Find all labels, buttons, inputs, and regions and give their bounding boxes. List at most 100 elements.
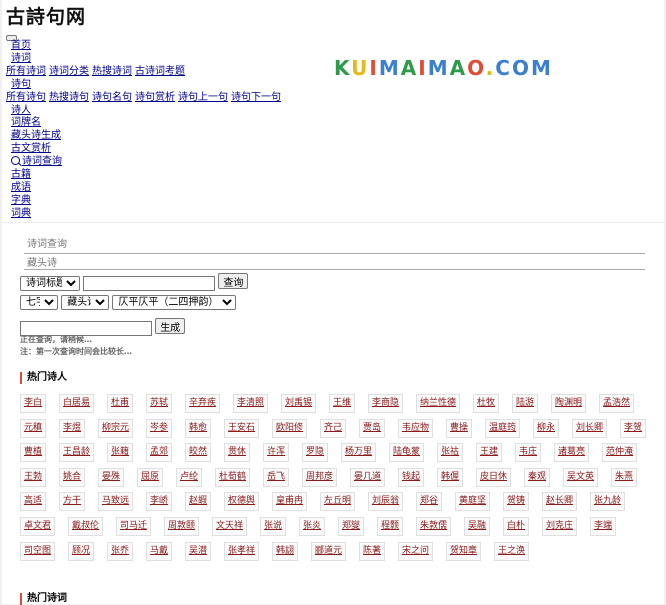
acrostic-type-select[interactable]: 藏头诗 — [61, 295, 110, 310]
nav-famous-lines[interactable]: 诗句名句 — [92, 92, 132, 103]
nav-poem-categories[interactable]: 诗词分类 — [49, 66, 89, 77]
poet-link[interactable]: 吴融 — [464, 517, 491, 536]
poet-link[interactable]: 刘长卿 — [572, 418, 608, 438]
poet-link[interactable]: 孟郊 — [146, 443, 173, 463]
poet-link[interactable]: 白居易 — [59, 394, 95, 413]
poet-link[interactable]: 许浑 — [263, 443, 290, 463]
poet-link[interactable]: 辛弃疾 — [185, 394, 221, 413]
poet-link[interactable]: 岳飞 — [263, 467, 290, 487]
poet-link[interactable]: 韩翃 — [272, 541, 299, 561]
poet-link[interactable]: 皎然 — [185, 443, 212, 463]
nav-home[interactable]: 首页 — [6, 40, 284, 53]
acrostic-length-select[interactable]: 七字 — [20, 295, 58, 310]
poet-link[interactable]: 李峤 — [146, 492, 173, 512]
poet-link[interactable]: 周敦颐 — [164, 517, 200, 536]
poet-link[interactable]: 王之涣 — [494, 541, 530, 561]
poet-link[interactable]: 柳宗元 — [98, 418, 134, 438]
poet-link[interactable]: 王勃 — [20, 467, 47, 487]
poet-link[interactable]: 司空图 — [20, 541, 56, 561]
poet-link[interactable]: 晏几道 — [350, 467, 386, 487]
poet-link[interactable]: 钱起 — [398, 467, 425, 487]
poet-link[interactable]: 刘禹锡 — [281, 394, 317, 413]
poet-link[interactable]: 郑燮 — [338, 517, 365, 536]
poet-link[interactable]: 陶渊明 — [551, 394, 587, 413]
poet-link[interactable]: 李贺 — [620, 418, 647, 438]
poet-link[interactable]: 宋之问 — [398, 541, 434, 561]
poet-link[interactable]: 司马迁 — [116, 517, 152, 536]
poet-link[interactable]: 卓文君 — [20, 517, 56, 536]
poet-link[interactable]: 左丘明 — [320, 492, 356, 512]
poet-link[interactable]: 曹植 — [20, 443, 47, 463]
nav-acrostic-generator[interactable]: 藏头诗生成 — [6, 130, 284, 143]
nav-hot-lines[interactable]: 热搜诗句 — [49, 92, 89, 103]
poet-link[interactable]: 郦道元 — [311, 541, 347, 561]
search-button[interactable]: 查询 — [218, 273, 249, 289]
poet-link[interactable]: 张炎 — [299, 517, 326, 536]
poet-link[interactable]: 姚合 — [59, 467, 86, 487]
poet-link[interactable]: 文天祥 — [212, 517, 248, 536]
poet-link[interactable]: 贾岛 — [359, 418, 386, 438]
poet-link[interactable]: 吴潜 — [185, 541, 212, 561]
nav-prose-appreciation[interactable]: 古文赏析 — [6, 143, 284, 156]
poet-link[interactable]: 齐己 — [320, 418, 347, 438]
poet-link[interactable]: 赵嘏 — [185, 492, 212, 512]
poet-link[interactable]: 李白 — [20, 394, 47, 413]
poet-link[interactable]: 李清照 — [233, 394, 269, 413]
poet-link[interactable]: 诸葛亮 — [554, 443, 590, 463]
poet-link[interactable]: 屈原 — [137, 467, 164, 487]
nav-next-line[interactable]: 诗句下一句 — [231, 92, 281, 103]
poet-link[interactable]: 皮日休 — [476, 467, 512, 487]
poet-link[interactable]: 欧阳修 — [272, 418, 308, 438]
poet-link[interactable]: 晏殊 — [98, 467, 125, 487]
poet-link[interactable]: 李商隐 — [368, 394, 404, 413]
nav-dictionary[interactable]: 字典 — [6, 195, 284, 208]
poet-link[interactable]: 柳永 — [533, 418, 560, 438]
poet-link[interactable]: 戴叔伦 — [68, 517, 104, 536]
poet-link[interactable]: 张祜 — [437, 443, 464, 463]
poet-link[interactable]: 纳兰性德 — [416, 394, 461, 413]
acrostic-rhyme-select[interactable]: 仄平仄平（二四押韵） — [112, 295, 237, 310]
poet-link[interactable]: 王建 — [476, 443, 503, 463]
poet-link[interactable]: 张乔 — [107, 541, 134, 561]
nav-poem-quiz[interactable]: 古诗词考题 — [135, 66, 185, 77]
poet-link[interactable]: 朱敦儒 — [416, 517, 452, 536]
nav-all-poems[interactable]: 所有诗词 — [6, 66, 46, 77]
poet-link[interactable]: 曹操 — [446, 418, 473, 438]
search-field-select[interactable]: 诗词标题 — [20, 276, 80, 291]
poet-link[interactable]: 杜荀鹤 — [215, 467, 251, 487]
poet-link[interactable]: 王昌龄 — [59, 443, 95, 463]
poet-link[interactable]: 方干 — [59, 492, 86, 512]
search-input[interactable] — [83, 276, 216, 291]
poet-link[interactable]: 皇甫冉 — [272, 492, 308, 512]
poet-link[interactable]: 秦观 — [524, 467, 551, 487]
poet-link[interactable]: 刘辰翁 — [368, 492, 404, 512]
nav-lines[interactable]: 诗句 — [6, 79, 284, 92]
poet-link[interactable]: 李端 — [590, 517, 617, 536]
tab-acrostic[interactable]: 藏头诗 — [27, 257, 57, 273]
poet-link[interactable]: 程颢 — [377, 517, 404, 536]
poet-link[interactable]: 温庭筠 — [485, 418, 521, 438]
poet-link[interactable]: 吴文英 — [563, 467, 599, 487]
poet-link[interactable]: 罗隐 — [302, 443, 329, 463]
poet-link[interactable]: 黄庭坚 — [455, 492, 491, 512]
poet-link[interactable]: 高适 — [20, 492, 47, 512]
poet-link[interactable]: 韦庄 — [515, 443, 542, 463]
poet-link[interactable]: 周邦彦 — [302, 467, 338, 487]
poet-link[interactable]: 陆游 — [512, 394, 539, 413]
poet-link[interactable]: 范仲淹 — [602, 443, 638, 463]
poet-link[interactable]: 杜牧 — [473, 394, 500, 413]
poet-link[interactable]: 岑参 — [146, 418, 173, 438]
tab-poem-search[interactable]: 诗词查询 — [27, 238, 67, 254]
generate-button[interactable]: 生成 — [155, 318, 186, 334]
site-logo[interactable]: 古詩句网 — [6, 2, 86, 29]
poet-link[interactable]: 陆龟蒙 — [389, 443, 425, 463]
poet-link[interactable]: 杨万里 — [341, 443, 377, 463]
nav-poems[interactable]: 诗词 — [6, 53, 284, 66]
poet-link[interactable]: 孟浩然 — [599, 394, 635, 413]
poet-link[interactable]: 马致远 — [98, 492, 134, 512]
poet-link[interactable]: 贺知章 — [446, 541, 482, 561]
nav-hot-poems[interactable]: 热搜诗词 — [92, 66, 132, 77]
nav-idioms[interactable]: 成语 — [6, 182, 284, 195]
poet-link[interactable]: 韩愈 — [185, 418, 212, 438]
nav-cipai[interactable]: 词牌名 — [6, 117, 284, 130]
